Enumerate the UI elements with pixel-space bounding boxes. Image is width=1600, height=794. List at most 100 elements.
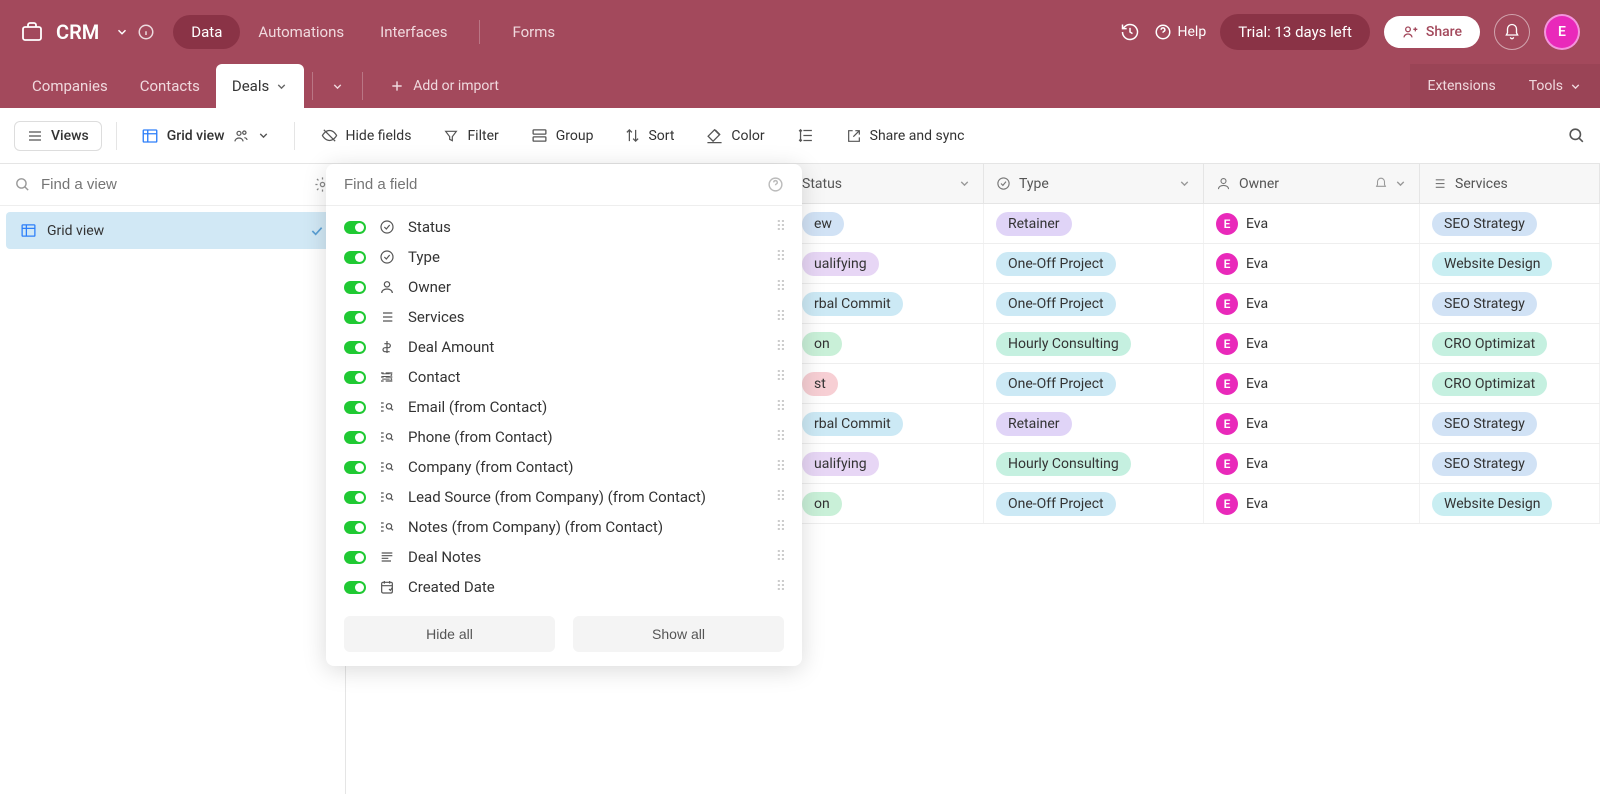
cell-services[interactable]: CRO Optimizat bbox=[1420, 364, 1600, 403]
drag-handle-icon[interactable]: ⠿ bbox=[776, 219, 784, 235]
drag-handle-icon[interactable]: ⠿ bbox=[776, 519, 784, 535]
trial-pill[interactable]: Trial: 13 days left bbox=[1220, 14, 1370, 50]
sort-button[interactable]: Sort bbox=[613, 122, 686, 150]
cell-status[interactable]: rbal Commit bbox=[790, 284, 984, 323]
field-row[interactable]: Created Date⠿ bbox=[326, 572, 802, 602]
drag-handle-icon[interactable]: ⠿ bbox=[776, 369, 784, 385]
cell-type[interactable]: Hourly Consulting bbox=[984, 324, 1204, 363]
field-row[interactable]: Services⠿ bbox=[326, 302, 802, 332]
cell-owner[interactable]: EEva bbox=[1204, 404, 1420, 443]
share-button[interactable]: Share bbox=[1384, 16, 1480, 48]
toggle[interactable] bbox=[344, 371, 366, 384]
avatar[interactable]: E bbox=[1544, 14, 1580, 50]
cell-status[interactable]: ualifying bbox=[790, 244, 984, 283]
bell-button[interactable] bbox=[1494, 14, 1530, 50]
cell-status[interactable]: ew bbox=[790, 204, 984, 243]
top-tab-automations[interactable]: Automations bbox=[240, 15, 362, 49]
column-header-type[interactable]: Type bbox=[984, 164, 1204, 203]
drag-handle-icon[interactable]: ⠿ bbox=[776, 429, 784, 445]
field-row[interactable]: Email (from Contact)⠿ bbox=[326, 392, 802, 422]
find-view-input[interactable] bbox=[41, 176, 304, 193]
grid-view-button[interactable]: Grid view bbox=[131, 121, 280, 151]
cell-services[interactable]: SEO Strategy bbox=[1420, 204, 1600, 243]
chevron-down-icon[interactable] bbox=[115, 25, 129, 39]
table-tab-companies[interactable]: Companies bbox=[16, 64, 124, 108]
info-icon[interactable] bbox=[137, 23, 155, 41]
table-row[interactable]: rbal CommitRetainerEEvaSEO Strategy bbox=[790, 404, 1600, 444]
field-row[interactable]: Company (from Contact)⠿ bbox=[326, 452, 802, 482]
table-row[interactable]: ualifyingHourly ConsultingEEvaSEO Strate… bbox=[790, 444, 1600, 484]
toggle[interactable] bbox=[344, 551, 366, 564]
drag-handle-icon[interactable]: ⠿ bbox=[776, 579, 784, 595]
toggle[interactable] bbox=[344, 521, 366, 534]
cell-owner[interactable]: EEva bbox=[1204, 364, 1420, 403]
drag-handle-icon[interactable]: ⠿ bbox=[776, 249, 784, 265]
table-row[interactable]: ewRetainerEEvaSEO Strategy bbox=[790, 204, 1600, 244]
top-tab-interfaces[interactable]: Interfaces bbox=[362, 15, 465, 49]
toggle[interactable] bbox=[344, 311, 366, 324]
history-icon[interactable] bbox=[1120, 22, 1140, 42]
cell-owner[interactable]: EEva bbox=[1204, 484, 1420, 523]
toggle[interactable] bbox=[344, 221, 366, 234]
view-item-grid[interactable]: Grid view bbox=[6, 212, 339, 249]
cell-owner[interactable]: EEva bbox=[1204, 244, 1420, 283]
hide-fields-button[interactable]: Hide fields bbox=[309, 121, 424, 150]
field-row[interactable]: Lead Source (from Company) (from Contact… bbox=[326, 482, 802, 512]
toggle[interactable] bbox=[344, 431, 366, 444]
cell-services[interactable]: CRO Optimizat bbox=[1420, 324, 1600, 363]
toggle[interactable] bbox=[344, 461, 366, 474]
find-view-search[interactable] bbox=[0, 164, 345, 206]
field-row[interactable]: Deal Notes⠿ bbox=[326, 542, 802, 572]
table-row[interactable]: rbal CommitOne-Off ProjectEEvaSEO Strate… bbox=[790, 284, 1600, 324]
cell-type[interactable]: One-Off Project bbox=[984, 284, 1204, 323]
table-row[interactable]: onOne-Off ProjectEEvaWebsite Design bbox=[790, 484, 1600, 524]
toggle[interactable] bbox=[344, 341, 366, 354]
tools-button[interactable]: Tools bbox=[1529, 78, 1582, 94]
app-title[interactable]: CRM bbox=[56, 20, 99, 44]
cell-services[interactable]: SEO Strategy bbox=[1420, 284, 1600, 323]
cell-owner[interactable]: EEva bbox=[1204, 444, 1420, 483]
toggle[interactable] bbox=[344, 491, 366, 504]
popover-search[interactable] bbox=[326, 164, 802, 206]
cell-status[interactable]: ualifying bbox=[790, 444, 984, 483]
field-row[interactable]: Phone (from Contact)⠿ bbox=[326, 422, 802, 452]
cell-type[interactable]: One-Off Project bbox=[984, 484, 1204, 523]
field-row[interactable]: Contact⠿ bbox=[326, 362, 802, 392]
filter-button[interactable]: Filter bbox=[431, 122, 510, 150]
column-header-services[interactable]: Services bbox=[1420, 164, 1600, 203]
cell-status[interactable]: on bbox=[790, 484, 984, 523]
row-height-button[interactable] bbox=[785, 121, 826, 150]
top-tab-data[interactable]: Data bbox=[173, 15, 240, 49]
cell-status[interactable]: on bbox=[790, 324, 984, 363]
show-all-button[interactable]: Show all bbox=[573, 616, 784, 652]
drag-handle-icon[interactable]: ⠿ bbox=[776, 459, 784, 475]
cell-services[interactable]: SEO Strategy bbox=[1420, 404, 1600, 443]
column-header-status[interactable]: Status bbox=[790, 164, 984, 203]
field-row[interactable]: Notes (from Company) (from Contact)⠿ bbox=[326, 512, 802, 542]
field-row[interactable]: Type⠿ bbox=[326, 242, 802, 272]
field-row[interactable]: Owner⠿ bbox=[326, 272, 802, 302]
cell-status[interactable]: rbal Commit bbox=[790, 404, 984, 443]
help-button[interactable]: Help bbox=[1154, 23, 1207, 41]
top-tab-forms[interactable]: Forms bbox=[494, 15, 573, 49]
cell-owner[interactable]: EEva bbox=[1204, 284, 1420, 323]
cell-services[interactable]: Website Design bbox=[1420, 484, 1600, 523]
table-row[interactable]: stOne-Off ProjectEEvaCRO Optimizat bbox=[790, 364, 1600, 404]
drag-handle-icon[interactable]: ⠿ bbox=[776, 279, 784, 295]
cell-type[interactable]: Hourly Consulting bbox=[984, 444, 1204, 483]
table-tab-deals[interactable]: Deals bbox=[216, 64, 304, 108]
field-row[interactable]: Deal Amount⠿ bbox=[326, 332, 802, 362]
drag-handle-icon[interactable]: ⠿ bbox=[776, 339, 784, 355]
table-tab-dropdown[interactable] bbox=[321, 64, 354, 108]
cell-type[interactable]: One-Off Project bbox=[984, 244, 1204, 283]
cell-owner[interactable]: EEva bbox=[1204, 324, 1420, 363]
cell-type[interactable]: Retainer bbox=[984, 204, 1204, 243]
cell-services[interactable]: SEO Strategy bbox=[1420, 444, 1600, 483]
extensions-button[interactable]: Extensions bbox=[1428, 78, 1496, 94]
views-button[interactable]: Views bbox=[14, 121, 102, 151]
help-icon[interactable] bbox=[767, 176, 784, 193]
add-import-button[interactable]: Add or import bbox=[375, 64, 513, 108]
share-sync-button[interactable]: Share and sync bbox=[834, 122, 977, 150]
drag-handle-icon[interactable]: ⠿ bbox=[776, 489, 784, 505]
group-button[interactable]: Group bbox=[519, 121, 606, 150]
